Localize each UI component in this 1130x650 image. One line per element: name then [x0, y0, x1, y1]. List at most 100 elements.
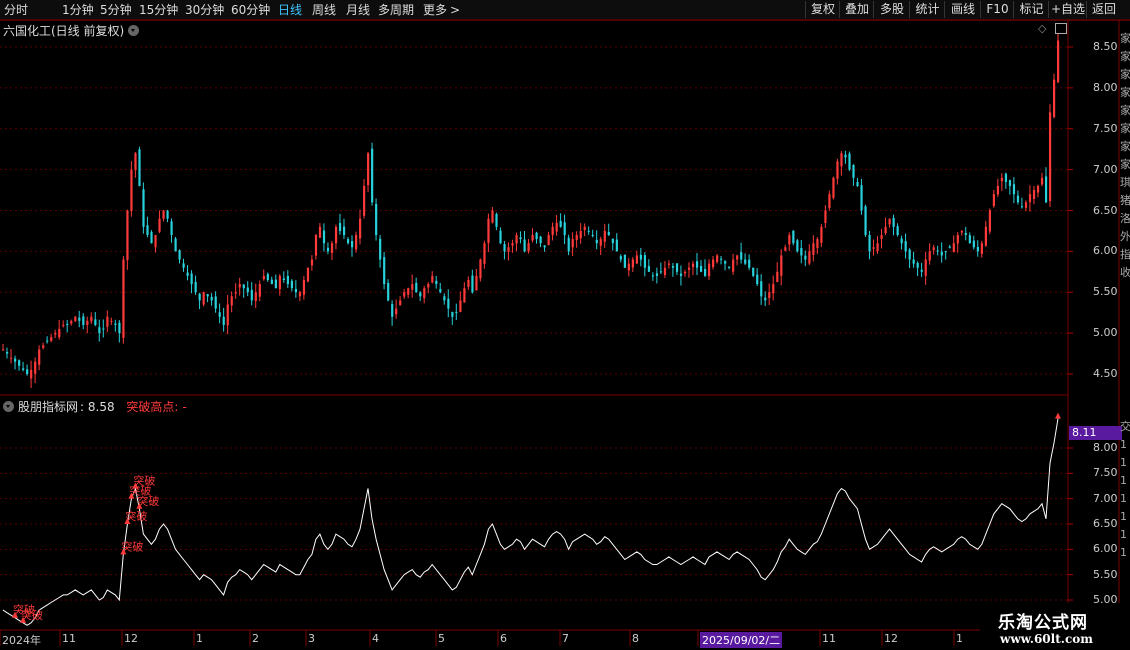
candle-body [651, 275, 655, 277]
candle-body [206, 294, 209, 297]
chevron-down-icon[interactable] [128, 25, 140, 36]
candle-body [647, 266, 651, 272]
candle-body [330, 243, 334, 253]
candle-body [282, 278, 285, 280]
candle-body [675, 263, 679, 272]
candle-body [708, 263, 711, 277]
candle-body [607, 231, 610, 236]
add-watchlist-button[interactable]: +自选 [1048, 1, 1087, 18]
chevron-down-icon[interactable] [3, 401, 14, 412]
candle-body [844, 154, 847, 158]
candle-body [10, 357, 13, 359]
candle-body [820, 226, 823, 243]
period-tab-15min[interactable]: 15分钟 [139, 2, 178, 18]
chevron-right-icon[interactable]: > [450, 2, 460, 18]
back-button[interactable]: 返回 [1086, 1, 1121, 18]
candle-body [202, 292, 205, 305]
candle-body [687, 267, 691, 270]
candle-body [732, 259, 735, 272]
breakout-label: 突破 [125, 509, 147, 523]
candle-body [876, 243, 879, 252]
right-strip-top: 家家家家家家家家琪猪洛外指收 [1120, 32, 1130, 279]
f10-button[interactable]: F10 [980, 1, 1014, 18]
candle-body [483, 243, 486, 264]
candle-body [487, 218, 490, 243]
period-tab-60min[interactable]: 60分钟 [231, 2, 270, 18]
indicator-pane-title[interactable]: 股朋指标网: 8.58 突破高点: - [3, 398, 187, 415]
candle-body [302, 279, 306, 295]
period-tab-fenshi[interactable]: 分时 [4, 2, 28, 18]
candle-body [82, 316, 85, 325]
restore-rights-button[interactable]: 复权 [805, 1, 840, 18]
candle-body [2, 349, 5, 351]
candle-body [342, 226, 346, 236]
candle-body [848, 153, 851, 170]
candle-body [1000, 177, 1004, 182]
candle-body [936, 250, 939, 252]
current-value-badge: 8.11 [1069, 426, 1122, 440]
candle-body [290, 280, 294, 289]
candle-body [346, 239, 350, 244]
candle-body [54, 333, 57, 335]
period-tab-1min-real[interactable]: 1分钟 [62, 2, 94, 18]
candle-body [615, 239, 618, 252]
candle-body [988, 210, 992, 232]
indicator-tick-label: 8.00 [1093, 441, 1118, 454]
statistics-button[interactable]: 统计 [909, 1, 945, 18]
candle-body [1036, 185, 1040, 193]
candle-body [182, 263, 185, 268]
candle-body [792, 230, 795, 244]
candle-body [1057, 40, 1060, 83]
x-tick-label: 7 [562, 632, 569, 645]
candle-body [270, 279, 273, 285]
candle-body [403, 292, 406, 297]
candle-body [860, 185, 863, 211]
candle-body [447, 298, 450, 309]
candle-body [764, 297, 767, 301]
candle-body [752, 267, 755, 276]
candle-body [800, 247, 803, 256]
candle-body [515, 235, 518, 244]
period-tab-daily[interactable]: 日线 [278, 2, 302, 18]
candle-body [776, 271, 779, 283]
candle-body [884, 226, 887, 234]
candle-body [964, 232, 967, 236]
candle-body [78, 317, 81, 321]
candle-body [864, 206, 867, 236]
diamond-icon[interactable]: ◇ [1038, 22, 1046, 35]
period-tab-30min[interactable]: 30分钟 [185, 2, 224, 18]
candle-body [138, 149, 141, 186]
multi-stock-button[interactable]: 多股 [873, 1, 910, 18]
candle-body [920, 269, 923, 272]
candle-body [659, 271, 663, 273]
period-tab-5min[interactable]: 5分钟 [100, 2, 132, 18]
candle-body [587, 230, 590, 232]
x-tick-label: 1 [956, 632, 963, 645]
period-tab-multi[interactable]: 多周期 [378, 2, 414, 18]
overlay-button[interactable]: 叠加 [839, 1, 874, 18]
candle-body [1004, 173, 1008, 182]
main-pane-title[interactable]: 六国化工(日线 前复权) [3, 22, 140, 39]
y-tick-label: 8.50 [1093, 40, 1118, 53]
candle-body [619, 256, 622, 260]
candle-body [359, 218, 362, 239]
candle-body [230, 296, 233, 306]
window-toggle-icon[interactable] [1055, 23, 1067, 34]
candle-body [699, 265, 703, 272]
mark-button[interactable]: 标记 [1013, 1, 1049, 18]
candle-body [912, 259, 915, 264]
period-tab-weekly[interactable]: 周线 [312, 2, 336, 18]
candle-body [134, 153, 137, 170]
candle-body [198, 293, 201, 301]
period-tab-monthly[interactable]: 月线 [346, 2, 370, 18]
candle-body [94, 319, 97, 325]
candle-body [463, 288, 466, 303]
candle-body [872, 247, 875, 249]
period-tab-more[interactable]: 更多 [423, 2, 447, 18]
candle-body [46, 340, 49, 342]
candle-body [928, 251, 931, 261]
candle-body [639, 254, 643, 260]
draw-line-button[interactable]: 画线 [944, 1, 981, 18]
candle-body [38, 349, 41, 365]
y-tick-label: 6.00 [1093, 244, 1118, 258]
